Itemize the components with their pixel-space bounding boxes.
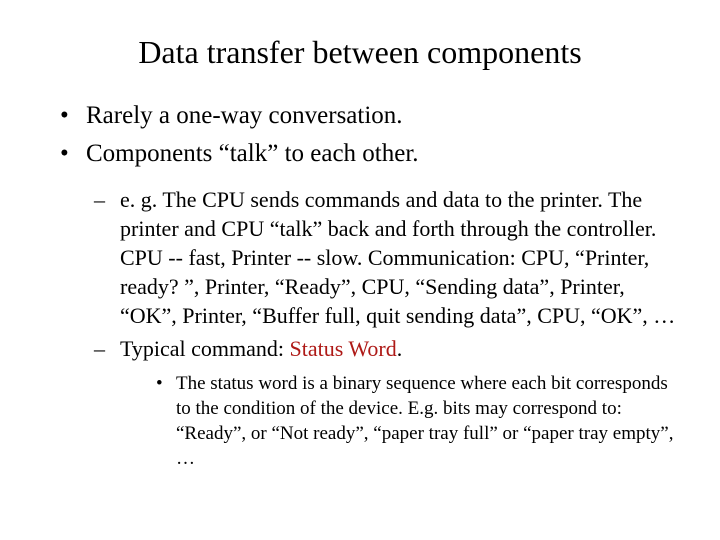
bullet-item: e. g. The CPU sends commands and data to… — [94, 185, 680, 330]
bullet-list-level3: The status word is a binary sequence whe… — [156, 371, 680, 471]
bullet-list-level2: e. g. The CPU sends commands and data to… — [94, 185, 680, 472]
bullet-list-level1: Rarely a one-way conversation. Component… — [60, 99, 680, 171]
highlight-term: Status Word — [290, 336, 397, 361]
bullet-item: The status word is a binary sequence whe… — [156, 371, 680, 471]
bullet-item: Components “talk” to each other. — [60, 137, 680, 171]
text-suffix: . — [397, 336, 403, 361]
slide-title: Data transfer between components — [40, 34, 680, 71]
slide: Data transfer between components Rarely … — [0, 0, 720, 540]
bullet-item: Typical command: Status Word. The status… — [94, 334, 680, 471]
text-prefix: Typical command: — [120, 336, 290, 361]
bullet-item: Rarely a one-way conversation. — [60, 99, 680, 133]
